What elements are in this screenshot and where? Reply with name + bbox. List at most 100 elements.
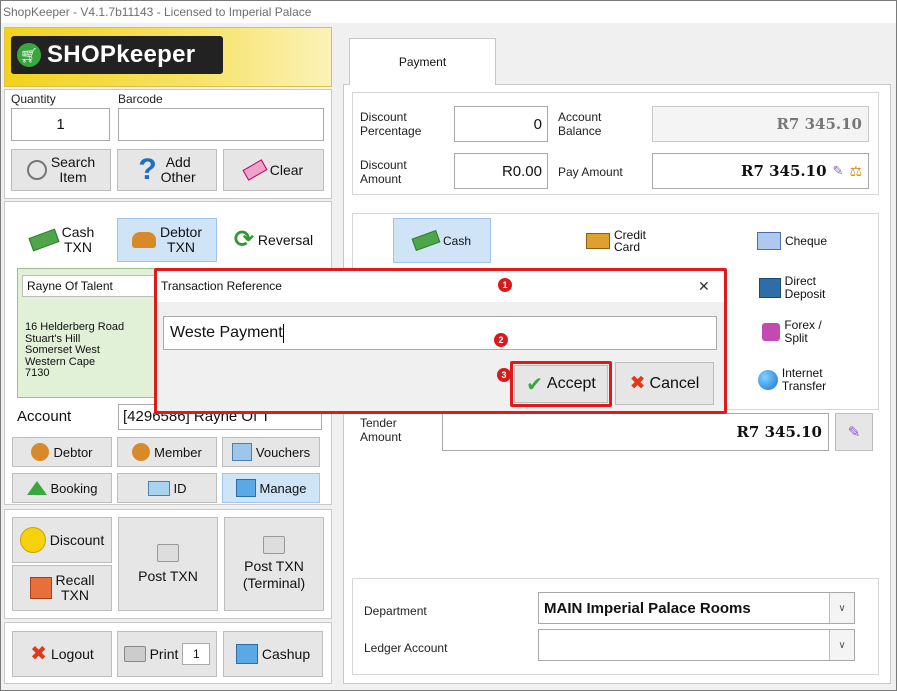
search-item-button[interactable]: Search Item: [11, 149, 111, 191]
manage-icon: [235, 479, 256, 497]
magnifier-icon: [26, 160, 47, 180]
tender-edit-button[interactable]: ✎: [835, 413, 873, 451]
printer-icon: [123, 646, 146, 662]
forex-split-label: Forex / Split: [784, 318, 822, 345]
account-balance-label: Account Balance: [558, 110, 602, 138]
member-icon: [132, 443, 151, 461]
globe-icon: [757, 370, 778, 390]
cash-icon: [28, 228, 60, 252]
cash-method-label: Cash: [442, 233, 471, 248]
print-button[interactable]: Print 1: [117, 631, 217, 677]
cash-method-button[interactable]: Cash: [393, 218, 491, 263]
debtor-button[interactable]: Debtor: [12, 437, 112, 467]
cash-txn-label: Cash TXN: [61, 224, 95, 255]
ledger-dropdown-icon[interactable]: ∨: [829, 630, 854, 660]
deposit-icon: [758, 278, 781, 298]
cash-txn-button[interactable]: Cash TXN: [12, 218, 112, 262]
post-txn-button[interactable]: Post TXN: [118, 517, 218, 611]
department-select[interactable]: MAIN Imperial Palace Rooms: [538, 592, 855, 624]
recall-txn-button[interactable]: Recall TXN: [12, 565, 112, 611]
add-other-button[interactable]: ? Add Other: [117, 149, 217, 191]
reference-input[interactable]: Weste Payment: [163, 316, 717, 350]
direct-deposit-button[interactable]: Direct Deposit: [742, 268, 842, 308]
quantity-input[interactable]: 1: [11, 108, 110, 141]
internet-transfer-label: Internet Transfer: [781, 366, 827, 393]
vouchers-button[interactable]: Vouchers: [222, 437, 320, 467]
discount-pct-label: Discount Percentage: [360, 110, 422, 138]
discount-amt-input[interactable]: R0.00: [454, 153, 548, 189]
debtor-address: 16 Helderberg Road Stuart's Hill Somerse…: [25, 321, 125, 380]
tender-label: Tender Amount: [360, 416, 402, 444]
vouchers-button-label: Vouchers: [255, 444, 311, 460]
discount-pct-input[interactable]: 0: [454, 106, 548, 142]
manage-button[interactable]: Manage: [222, 473, 320, 503]
quantity-value: 1: [56, 116, 65, 133]
recall-icon: [29, 577, 52, 599]
ledger-account-select[interactable]: [538, 629, 855, 661]
pay-amount-input[interactable]: R7 345.10 ✎ ⚖: [652, 153, 869, 189]
tender-amount-input[interactable]: R7 345.10: [442, 413, 829, 451]
cheque-button[interactable]: Cheque: [742, 218, 842, 263]
address-line: Somerset West: [25, 344, 100, 356]
reversal-button[interactable]: ⟳ Reversal: [223, 218, 324, 262]
tab-payment[interactable]: Payment: [349, 38, 496, 85]
recall-txn-label: Recall TXN: [55, 572, 95, 603]
debtor-txn-label: Debtor TXN: [159, 224, 203, 255]
clear-label: Clear: [269, 162, 304, 178]
pay-amount-label: Pay Amount: [558, 165, 623, 179]
credit-card-label: Credit Card: [613, 227, 646, 254]
reversal-label: Reversal: [257, 232, 314, 248]
post-txn-terminal-button[interactable]: Post TXN (Terminal): [224, 517, 324, 611]
question-icon: ?: [138, 153, 157, 186]
clear-button[interactable]: Clear: [223, 149, 324, 191]
barcode-input[interactable]: [118, 108, 324, 141]
text-cursor: [282, 323, 284, 343]
forex-icon: [762, 323, 781, 341]
close-icon[interactable]: ✕: [698, 278, 710, 295]
discount-amt-label: Discount Amount: [360, 158, 407, 186]
discount-amt-value: R0.00: [501, 162, 542, 180]
cheque-icon: [756, 231, 781, 250]
manage-button-label: Manage: [259, 480, 307, 496]
id-button-label: ID: [173, 480, 187, 496]
scale-icon[interactable]: ⚖: [849, 163, 862, 180]
reversal-icon: ⟳: [233, 226, 254, 253]
accept-button[interactable]: ✔ Accept: [514, 365, 608, 403]
credit-card-icon: [585, 232, 610, 249]
barcode-label: Barcode: [118, 92, 163, 106]
print-copies-input[interactable]: 1: [182, 643, 211, 665]
credit-card-button[interactable]: Credit Card: [567, 218, 665, 263]
address-line: 16 Helderberg Road: [25, 321, 125, 333]
forex-split-button[interactable]: Forex / Split: [742, 312, 842, 352]
booking-button[interactable]: Booking: [12, 473, 112, 503]
close-x-icon: ✖: [30, 643, 47, 665]
member-button[interactable]: Member: [117, 437, 217, 467]
logout-button[interactable]: ✖ Logout: [12, 631, 112, 677]
debtor-name: Rayne Of Talent: [27, 279, 113, 293]
voucher-icon: [231, 443, 252, 461]
edit-icon[interactable]: ✎: [833, 163, 844, 179]
quantity-label: Quantity: [11, 92, 56, 106]
id-button[interactable]: ID: [117, 473, 217, 503]
department-dropdown-icon[interactable]: ∨: [829, 593, 854, 623]
debtor-button-label: Debtor: [53, 444, 93, 460]
post-txn-label: Post TXN: [138, 568, 198, 584]
cashup-button[interactable]: Cashup: [223, 631, 323, 677]
person-icon: [31, 443, 50, 461]
step-badge-2: 2: [494, 333, 508, 347]
member-button-label: Member: [154, 444, 202, 460]
logo-text: SHOPkeeper: [47, 41, 196, 68]
people-icon: [131, 232, 156, 248]
till-icon: [157, 544, 179, 562]
cash-method-icon: [411, 229, 441, 252]
account-label: Account: [17, 408, 72, 425]
direct-deposit-label: Direct Deposit: [784, 274, 826, 301]
discount-button[interactable]: Discount: [12, 517, 112, 563]
cancel-button[interactable]: ✖ Cancel: [615, 362, 714, 405]
step-badge-3: 3: [497, 368, 511, 382]
internet-transfer-button[interactable]: Internet Transfer: [742, 360, 842, 400]
cancel-label: Cancel: [649, 374, 700, 392]
debtor-txn-button[interactable]: Debtor TXN: [117, 218, 217, 262]
pay-amount-value: R7 345.10: [740, 162, 827, 180]
print-label: Print: [149, 646, 179, 662]
